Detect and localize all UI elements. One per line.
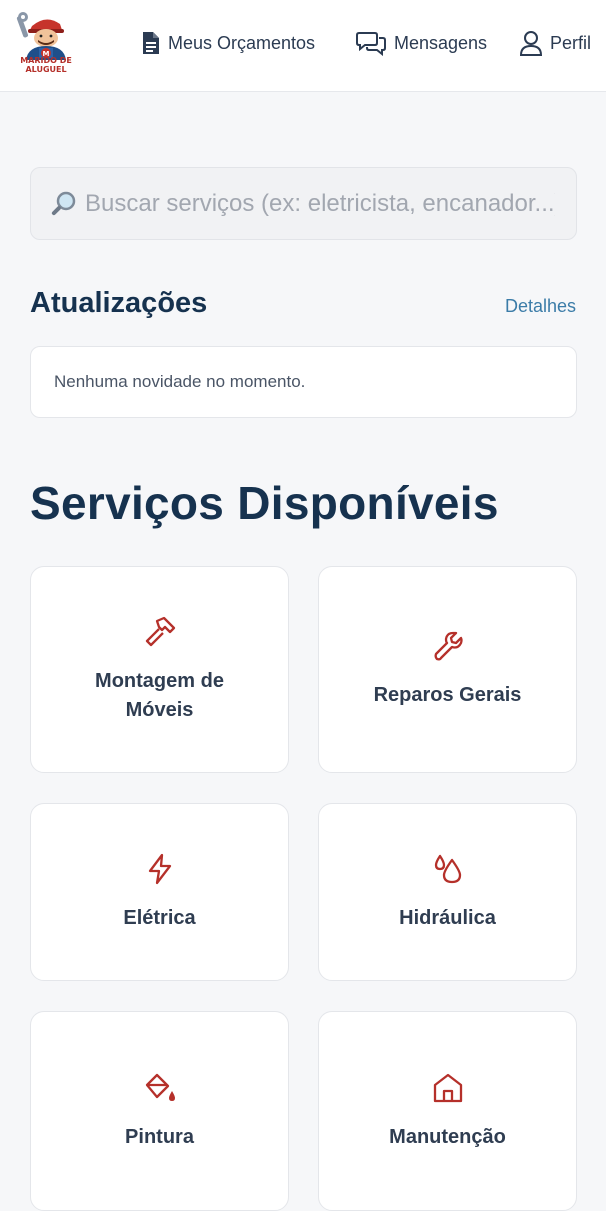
service-label: Hidráulica (399, 906, 496, 929)
updates-details-link[interactable]: Detalhes (505, 296, 576, 317)
services-heading: Serviços Disponíveis (30, 477, 499, 529)
nav-my-quotes[interactable]: Meus Orçamentos (142, 28, 315, 58)
document-icon (143, 32, 159, 54)
house-icon (433, 1073, 462, 1102)
service-card-painting[interactable]: Pintura (30, 1011, 289, 1211)
service-label: Pintura (125, 1125, 194, 1148)
user-icon (520, 31, 542, 56)
water-drops-icon (434, 854, 461, 883)
service-label: Manutenção (389, 1125, 506, 1148)
service-card-furniture-assembly[interactable]: Montagem de Móveis (30, 566, 289, 773)
brand-logo[interactable]: M MARIDO DE ALUGUEL (14, 10, 78, 78)
updates-card: Nenhuma novidade no momento. (30, 346, 577, 418)
service-card-general-repairs[interactable]: Reparos Gerais (318, 566, 577, 773)
service-label: Elétrica (123, 906, 196, 929)
search-input[interactable] (85, 189, 555, 218)
nav-messages[interactable]: Mensagens (356, 28, 487, 58)
nav-messages-label: Mensagens (394, 32, 488, 53)
service-label: Reparos Gerais (373, 684, 522, 706)
nav-profile-label: Perfil (550, 32, 592, 53)
service-card-plumbing[interactable]: Hidráulica (318, 803, 577, 981)
nav-my-quotes-label: Meus Orçamentos (168, 32, 316, 53)
nav-profile[interactable]: Perfil (520, 28, 591, 58)
service-card-electrical[interactable]: Elétrica (30, 803, 289, 981)
logo-text: MARIDO DE ALUGUEL (20, 56, 72, 74)
updates-heading: Atualizações (30, 287, 208, 319)
paint-bucket-icon (145, 1073, 175, 1101)
search-bar[interactable] (30, 167, 577, 240)
top-header: M MARIDO DE ALUGUEL Meus Orçamentos Mens… (0, 0, 606, 92)
updates-message: Nenhuma novidade no momento. (54, 372, 306, 391)
magnifier-icon (51, 191, 76, 215)
wrench-icon (434, 631, 463, 661)
lightning-icon (148, 853, 171, 884)
service-card-maintenance[interactable]: Manutenção (318, 1011, 577, 1211)
service-label: Montagem de Móveis (95, 669, 224, 721)
chat-bubbles-icon (356, 32, 386, 56)
hammer-icon (145, 616, 175, 646)
